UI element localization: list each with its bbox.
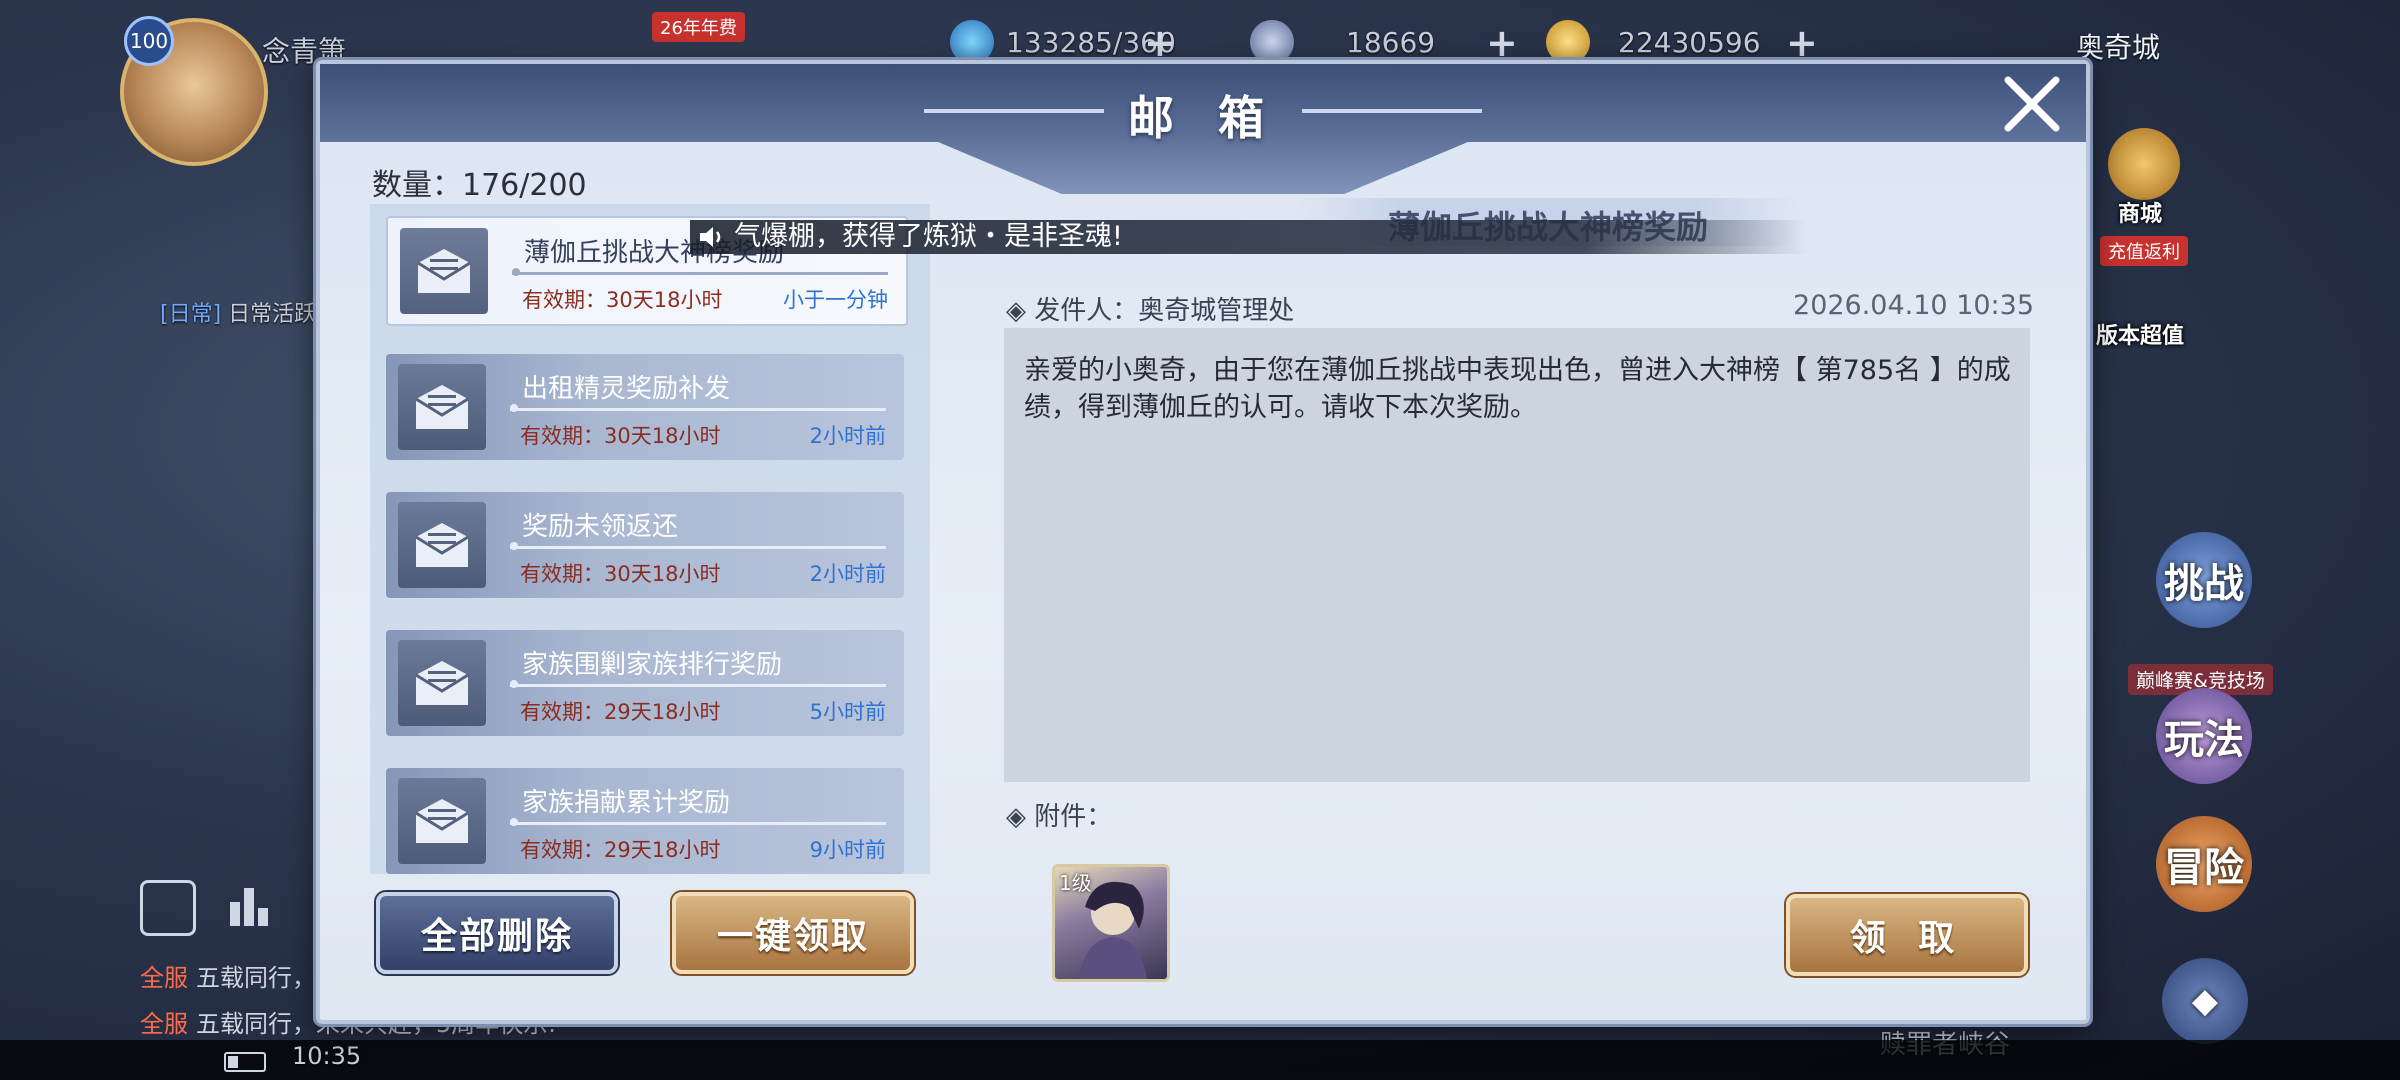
- chat-line-1[interactable]: 全服 五载同行，: [140, 958, 316, 993]
- version-deal-label[interactable]: 版本超值: [2096, 318, 2184, 350]
- mail-expiry: 有效期：30天18小时: [520, 424, 721, 448]
- mail-shortcut-icon[interactable]: [140, 880, 196, 936]
- compass-icon[interactable]: ◆: [2162, 958, 2248, 1044]
- attachment-item[interactable]: 1级: [1052, 864, 1170, 982]
- mail-expiry: 有效期：29天18小时: [520, 838, 721, 862]
- mail-body-text: 亲爱的小奥奇，由于您在薄伽丘挑战中表现出色，曾进入大神榜【 第785名 】的成绩…: [1024, 355, 2011, 423]
- mail-body-box: 亲爱的小奥奇，由于您在薄伽丘挑战中表现出色，曾进入大神榜【 第785名 】的成绩…: [1004, 328, 2030, 782]
- mail-date: 2026.04.10 10:35: [1793, 290, 2034, 321]
- adventure-button[interactable]: 冒险: [2156, 816, 2252, 912]
- recharge-rebate-tag[interactable]: 充值返利: [2100, 236, 2188, 266]
- mail-count: 数量：176/200: [372, 168, 587, 203]
- sender-label: ◈ 发件人：奥奇城管理处: [1006, 296, 1295, 326]
- mail-time: 2小时前: [809, 424, 886, 448]
- delete-all-button[interactable]: 全部删除: [376, 892, 618, 974]
- challenge-button[interactable]: 挑战: [2156, 532, 2252, 628]
- divider: [510, 818, 886, 826]
- mail-title: 家族捐献累计奖励: [522, 788, 731, 818]
- mail-time: 2小时前: [809, 562, 886, 586]
- mail-title: 出租精灵奖励补发: [522, 374, 731, 404]
- stamina-add-button[interactable]: +: [1144, 24, 1176, 62]
- mail-list-item[interactable]: 奖励未领返还 有效期：30天18小时 2小时前: [386, 492, 904, 598]
- broadcast-text: 气爆棚，获得了炼狱・是非圣魂!: [734, 221, 1123, 252]
- divider: [510, 404, 886, 412]
- mailbox-dialog: 邮 箱 数量：176/200 薄伽丘挑战大神榜奖励 有效期：30天18小时 小于…: [316, 60, 2090, 1024]
- diamond-add-button[interactable]: +: [1486, 24, 1518, 62]
- close-icon: [2004, 76, 2060, 132]
- envelope-icon: [400, 228, 488, 314]
- dialog-title: 邮 箱: [1127, 91, 1278, 145]
- mail-list-item[interactable]: 家族围剿家族排行奖励 有效期：29天18小时 5小时前: [386, 630, 904, 736]
- envelope-icon: [398, 778, 486, 864]
- claim-button[interactable]: 领 取: [1786, 894, 2028, 976]
- mail-time: 小于一分钟: [783, 288, 888, 312]
- event-tag[interactable]: 26年年费: [652, 12, 745, 42]
- mail-list-item[interactable]: 家族捐献累计奖励 有效期：29天18小时 9小时前: [386, 768, 904, 874]
- player-level-badge: 100: [124, 16, 174, 66]
- shop-icon[interactable]: [2108, 128, 2180, 200]
- chat-tag-2: 全服: [140, 1010, 188, 1038]
- envelope-icon: [398, 502, 486, 588]
- speaker-icon: [700, 227, 721, 247]
- mail-list[interactable]: 薄伽丘挑战大神榜奖励 有效期：30天18小时 小于一分钟 出租精灵奖励补发 有效…: [370, 204, 930, 874]
- mail-expiry: 有效期：29天18小时: [520, 700, 721, 724]
- broadcast-banner: 气爆棚，获得了炼狱・是非圣魂!: [690, 220, 1808, 254]
- shop-label: 商城: [2118, 202, 2163, 227]
- divider: [510, 542, 886, 550]
- clock: 10:35: [292, 1042, 362, 1070]
- mail-time: 9小时前: [809, 838, 886, 862]
- divider: [510, 680, 886, 688]
- daily-tag: [日常]: [160, 302, 222, 327]
- envelope-icon: [398, 640, 486, 726]
- envelope-icon: [398, 364, 486, 450]
- chat-text-1: 五载同行，: [196, 964, 316, 992]
- gameplay-button[interactable]: 玩法: [2156, 688, 2252, 784]
- coin-add-button[interactable]: +: [1786, 24, 1818, 62]
- mail-title: 家族围剿家族排行奖励: [522, 650, 783, 680]
- mail-expiry: 有效期：30天18小时: [522, 288, 723, 312]
- battery-icon: [224, 1052, 266, 1072]
- stamina-icon: [950, 20, 994, 64]
- mail-title: 奖励未领返还: [522, 512, 679, 542]
- attachment-level: 1级: [1059, 871, 1092, 895]
- coin-icon: [1546, 20, 1590, 64]
- diamond-value: 18669: [1346, 26, 1436, 59]
- ranking-shortcut-icon[interactable]: [224, 880, 274, 930]
- attachment-label: ◈ 附件：: [1006, 802, 1113, 832]
- claim-all-button[interactable]: 一键领取: [672, 892, 914, 974]
- chat-tag-1: 全服: [140, 964, 188, 992]
- close-button[interactable]: [2000, 72, 2064, 136]
- coin-value: 22430596: [1618, 26, 1761, 59]
- mail-time: 5小时前: [809, 700, 886, 724]
- diamond-icon: [1250, 20, 1294, 64]
- mail-list-item[interactable]: 出租精灵奖励补发 有效期：30天18小时 2小时前: [386, 354, 904, 460]
- location-label: 奥奇城: [2076, 31, 2161, 64]
- divider: [512, 268, 888, 276]
- bottom-status-bar: 10:35: [0, 1040, 2400, 1080]
- mail-expiry: 有效期：30天18小时: [520, 562, 721, 586]
